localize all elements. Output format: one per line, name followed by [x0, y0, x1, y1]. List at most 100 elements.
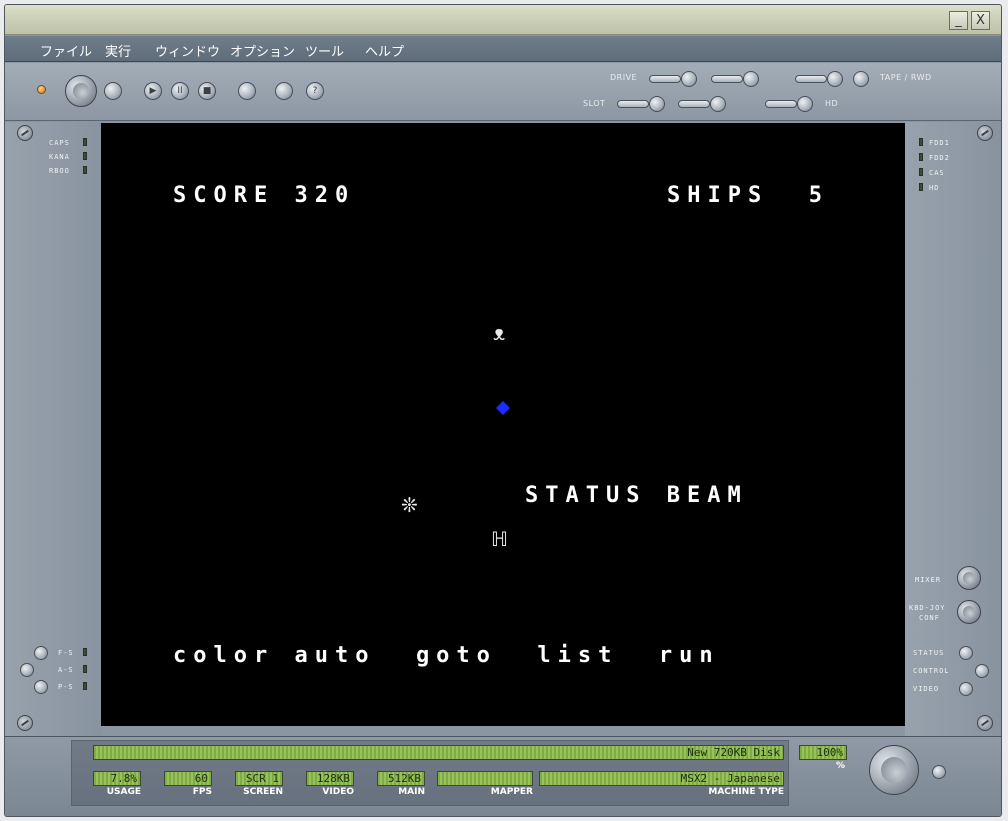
- menu-window[interactable]: ウィンドウ: [155, 41, 220, 60]
- ps-led: [83, 682, 87, 690]
- toolbar: ▶ II ■ ? DRIVE TAPE / RWD SLOT HD: [5, 63, 1001, 121]
- menu-help[interactable]: ヘルプ: [365, 41, 404, 60]
- as-label: A-S: [58, 666, 74, 674]
- slot-b-button[interactable]: [710, 96, 726, 112]
- left-panel: CAPS KANA RBOO F-S A-S P-S: [5, 122, 101, 736]
- hd-indicator-label: HD: [929, 184, 940, 192]
- status-beam-text: STATUS BEAM: [525, 483, 748, 508]
- as-led: [83, 665, 87, 673]
- tape-label: TAPE / RWD: [880, 73, 932, 82]
- fps-label: FPS: [192, 787, 212, 797]
- conf-label: CONF: [919, 614, 940, 622]
- main-lcd: 512KB: [377, 771, 425, 786]
- screw-icon: [977, 125, 993, 141]
- screw-icon: [977, 715, 993, 731]
- screen-label: SCREEN: [243, 787, 283, 797]
- hd-button[interactable]: [797, 96, 813, 112]
- ps-button[interactable]: [34, 680, 48, 694]
- drive-b-button[interactable]: [743, 71, 759, 87]
- kana-led: [83, 152, 87, 160]
- speed-reset-button[interactable]: [932, 765, 946, 779]
- status-bar: New 720KB Disk 7.8% USAGE 60 FPS SCR 1 S…: [5, 736, 1001, 816]
- drive-b-slider[interactable]: [711, 75, 743, 83]
- mapper-lcd: [437, 771, 533, 786]
- function-keys-text: color auto goto list run: [173, 643, 720, 668]
- menu-run[interactable]: 実行: [105, 41, 131, 60]
- help-button[interactable]: ?: [306, 82, 324, 100]
- rboo-label: RBOO: [49, 167, 70, 175]
- cas-led: [919, 168, 923, 176]
- right-panel: FDD1 FDD2 CAS HD MIXER KBD-JOY CONF STAT…: [905, 122, 1001, 736]
- tools-button[interactable]: [275, 82, 293, 100]
- slot-label: SLOT: [583, 99, 606, 108]
- video-label: VIDEO: [913, 685, 940, 693]
- hd-slider[interactable]: [765, 100, 797, 108]
- ps-label: P-S: [58, 683, 74, 691]
- menu-file[interactable]: ファイル: [40, 41, 92, 60]
- rboo-led: [83, 166, 87, 174]
- slot-b-slider[interactable]: [678, 100, 710, 108]
- power-knob[interactable]: [65, 75, 97, 107]
- mixer-knob[interactable]: [957, 566, 981, 590]
- minimize-button[interactable]: _: [949, 11, 968, 30]
- slot-a-button[interactable]: [649, 96, 665, 112]
- fs-button[interactable]: [34, 646, 48, 660]
- fs-label: F-S: [58, 649, 74, 657]
- title-bar[interactable]: _ X: [5, 5, 1001, 35]
- caps-label: CAPS: [49, 139, 70, 147]
- kana-label: KANA: [49, 153, 70, 161]
- rewind-button[interactable]: [853, 71, 869, 87]
- status-button[interactable]: [959, 646, 973, 660]
- machine-type-lcd: MSX2 - Japanese: [539, 771, 784, 786]
- as-button[interactable]: [20, 663, 34, 677]
- tape-slider[interactable]: [795, 75, 827, 83]
- play-button[interactable]: ▶: [144, 82, 162, 100]
- menu-options[interactable]: オプション: [230, 41, 295, 60]
- mapper-label: MAPPER: [490, 787, 533, 797]
- kbd-joy-label: KBD-JOY: [909, 604, 946, 612]
- close-button[interactable]: X: [971, 11, 990, 30]
- hd-led: [919, 183, 923, 191]
- pause-button[interactable]: II: [171, 82, 189, 100]
- tape-button[interactable]: [827, 71, 843, 87]
- control-button[interactable]: [975, 664, 989, 678]
- video-button[interactable]: [959, 682, 973, 696]
- stop-button[interactable]: ■: [198, 82, 216, 100]
- speed-lcd: 100%: [799, 745, 847, 760]
- bullet-sprite: [496, 401, 510, 415]
- drive-a-slider[interactable]: [649, 75, 681, 83]
- fdd1-label: FDD1: [929, 139, 950, 147]
- emulator-screen[interactable]: SCORE 320 SHIPS 5 ᴥ STATUS BEAM ❊ ℍ colo…: [101, 123, 905, 726]
- usage-lcd: 7.8%: [93, 771, 141, 786]
- screw-icon: [17, 715, 33, 731]
- control-label: CONTROL: [913, 667, 950, 675]
- video-mem-label: VIDEO: [322, 787, 354, 797]
- fs-led: [83, 648, 87, 656]
- kbd-joy-conf-knob[interactable]: [957, 600, 981, 624]
- fdd1-led: [919, 138, 923, 146]
- fdd2-led: [919, 153, 923, 161]
- video-lcd: 128KB: [306, 771, 354, 786]
- mixer-label: MIXER: [915, 576, 942, 584]
- screen-lcd: SCR 1: [235, 771, 283, 786]
- fps-lcd: 60: [164, 771, 212, 786]
- player-ship-sprite: ℍ: [491, 527, 508, 551]
- status-label: STATUS: [913, 649, 945, 657]
- slot-a-slider[interactable]: [617, 100, 649, 108]
- reset-button[interactable]: [104, 82, 122, 100]
- speed-knob[interactable]: [869, 745, 919, 795]
- screw-icon: [17, 125, 33, 141]
- menu-tools[interactable]: ツール: [305, 41, 344, 60]
- mine-sprite: ❊: [401, 493, 418, 517]
- emulator-window: _ X ファイル 実行 ウィンドウ オプション ツール ヘルプ ▶ II ■ ?…: [4, 4, 1002, 817]
- main-label: MAIN: [398, 787, 425, 797]
- drive-label: DRIVE: [610, 73, 638, 82]
- capture-button[interactable]: [238, 82, 256, 100]
- machine-type-label: MACHINE TYPE: [708, 787, 784, 797]
- speed-unit-label: %: [835, 761, 845, 771]
- menu-bar: ファイル 実行 ウィンドウ オプション ツール ヘルプ: [5, 36, 1001, 62]
- ships-text: SHIPS 5: [667, 183, 829, 208]
- caps-led: [83, 138, 87, 146]
- power-led: [37, 85, 46, 94]
- drive-a-button[interactable]: [681, 71, 697, 87]
